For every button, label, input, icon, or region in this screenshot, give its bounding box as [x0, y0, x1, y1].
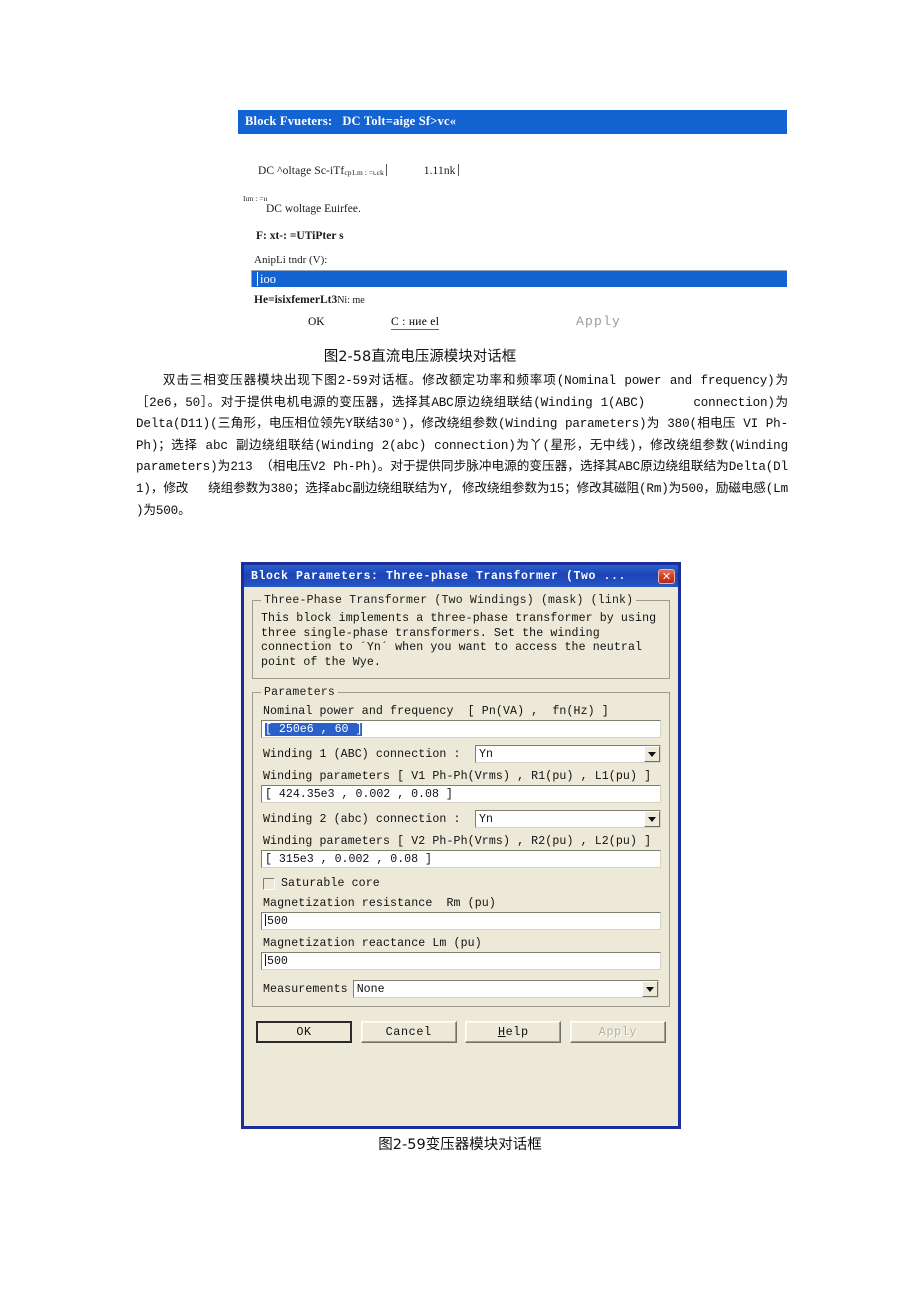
body-paragraph-text: 双击三相变压器模块出现下图2-59对话框。修改额定功率和频率项(Nominal … [136, 374, 788, 518]
chevron-down-icon[interactable] [642, 981, 658, 998]
saturable-core-row[interactable]: Saturable core [263, 877, 661, 890]
winding1-parameters-label: Winding parameters [ V1 Ph-Ph(Vrms) , R1… [263, 770, 652, 784]
cancel-button[interactable]: Cancel [360, 1021, 457, 1044]
measurements-footer-bold: He=isixfemerLt3 [254, 294, 338, 307]
winding2-connection-value: Yn [479, 812, 493, 826]
amplitude-input-value: ioo [257, 272, 276, 287]
ok-button[interactable]: OK [256, 1021, 352, 1044]
source-block-tiny-1: cp1.m : =ι.εk [344, 168, 384, 178]
winding2-connection-label: Winding 2 (abc) connection : [263, 812, 461, 826]
measurements-footer-value: Ni: me [337, 295, 365, 307]
chevron-down-glyph [646, 986, 654, 992]
winding2-parameters-input[interactable]: [ 315e3 , 0.002 , 0.08 ] [261, 850, 661, 869]
measurements-value: None [356, 982, 385, 996]
field-tick-1 [385, 164, 387, 177]
parameters-group: Parameters Nominal power and frequency [… [252, 686, 670, 1008]
source-block-label: DC ^oltage Sc-iTf [258, 165, 345, 178]
winding2-parameters-value: [ 315e3 , 0.002 , 0.08 ] [265, 853, 432, 867]
chevron-down-icon[interactable] [644, 811, 660, 828]
winding2-parameters-label: Winding parameters [ V2 Ph-Ph(Vrms) , R2… [263, 835, 652, 849]
nominal-power-value: [ 250e6 , 60 ] [265, 723, 363, 737]
winding1-parameters-value: [ 424.35e3 , 0.002 , 0.08 ] [265, 788, 453, 802]
field-tick-2 [457, 164, 459, 177]
dialog-client-area: Three-Phase Transformer (Two Windings) (… [244, 587, 678, 1044]
magnetization-reactance-label: Magnetization reactance Lm (pu) [263, 937, 482, 951]
measurements-label: Measurements [263, 982, 348, 996]
description-group: Three-Phase Transformer (Two Windings) (… [252, 594, 670, 680]
help-button-accelerator: H [497, 1025, 506, 1040]
chevron-down-glyph [648, 816, 656, 822]
source-block-line: DC ^oltage Sc-iTfcp1.m : =ι.εk 1.11nk [258, 164, 462, 177]
winding2-connection-row: Winding 2 (abc) connection : Yn [261, 810, 661, 829]
source-block-tiny-2: 1.11nk [423, 165, 456, 178]
magnetization-reactance-value: 500 [267, 955, 288, 969]
dialog-title: Block Parameters: Three-phase Transforme… [251, 569, 627, 583]
dc-dialog-buttonbar: OK C : ние el Apply [238, 314, 787, 338]
magnetization-reactance-input[interactable]: 500 [261, 952, 661, 971]
ok-button[interactable]: OK [308, 316, 325, 328]
description-group-text: This block implements a three-phase tran… [261, 612, 657, 669]
body-paragraph: 双击三相变压器模块出现下图2-59对话框。修改额定功率和频率项(Nominal … [136, 371, 788, 522]
winding1-parameters-input[interactable]: [ 424.35e3 , 0.002 , 0.08 ] [261, 785, 661, 804]
parameters-heading: F: xt-: =UTiPter s [256, 230, 344, 243]
help-button[interactable]: Help [465, 1021, 562, 1044]
winding1-connection-row: Winding 1 (ABC) connection : Yn [261, 745, 661, 764]
winding1-connection-label: Winding 1 (ABC) connection : [263, 747, 461, 761]
description-group-legend: Three-Phase Transformer (Two Windings) (… [264, 594, 634, 607]
dialog-button-bar: OK Cancel Help Apply [256, 1021, 666, 1044]
nominal-power-label: Nominal power and frequency [ Pn(VA) , f… [263, 705, 609, 719]
dialog-titlebar: Block Fvueters: DC Tolt=aige Sf>vc« [238, 110, 787, 135]
amplitude-label: AnipLi tndr (V): [254, 254, 328, 267]
apply-button: Apply [569, 1021, 666, 1044]
amplitude-input[interactable]: ioo [251, 270, 787, 288]
block-description-main: DC woltage Euirfee. [266, 203, 361, 216]
saturable-core-checkbox[interactable] [263, 877, 275, 890]
magnetization-resistance-value: 500 [267, 915, 288, 929]
apply-button[interactable]: Apply [576, 314, 621, 329]
dialog-body: DC ^oltage Sc-iTfcp1.m : =ι.εk 1.11nk Iιm… [238, 134, 787, 306]
dialog-titlebar[interactable]: Block Parameters: Three-phase Transforme… [244, 565, 678, 587]
figure-2-caption: 图2-59变压器模块对话框 [378, 1137, 542, 1153]
winding1-connection-select[interactable]: Yn [475, 745, 661, 764]
close-icon[interactable]: ✕ [658, 568, 675, 584]
help-button-label: elp [505, 1025, 529, 1040]
winding1-connection-value: Yn [479, 747, 493, 761]
saturable-core-label: Saturable core [281, 877, 380, 891]
parameters-group-legend: Parameters [264, 686, 336, 700]
measurements-row: Measurements None [263, 980, 659, 999]
chevron-down-icon[interactable] [644, 746, 660, 763]
document-page: Block Fvueters: DC Tolt=aige Sf>vc« DC ^… [0, 0, 920, 1302]
measurements-select[interactable]: None [352, 980, 659, 999]
text-caret [265, 954, 266, 967]
block-description-tiny: Iιm : =ιι [243, 194, 268, 204]
nominal-power-input[interactable]: [ 250e6 , 60 ] [261, 720, 661, 739]
text-caret [265, 914, 266, 927]
three-phase-transformer-dialog: Block Parameters: Three-phase Transforme… [241, 562, 681, 1129]
chevron-down-glyph [648, 751, 656, 757]
dc-voltage-source-dialog-scan: Block Fvueters: DC Tolt=aige Sf>vc« DC ^… [238, 110, 787, 306]
block-description: Iιm : =ιι DC woltage Euirfee. [243, 191, 361, 215]
measurements-footer: He=isixfemerLt3Ni: me [254, 294, 365, 306]
cancel-button[interactable]: C : ние el [391, 316, 440, 330]
figure-1-caption: 图2-58直流电压源模块对话框 [323, 349, 517, 365]
winding2-connection-select[interactable]: Yn [475, 810, 661, 829]
magnetization-resistance-label: Magnetization resistance Rm (pu) [263, 897, 496, 911]
magnetization-resistance-input[interactable]: 500 [261, 912, 661, 931]
